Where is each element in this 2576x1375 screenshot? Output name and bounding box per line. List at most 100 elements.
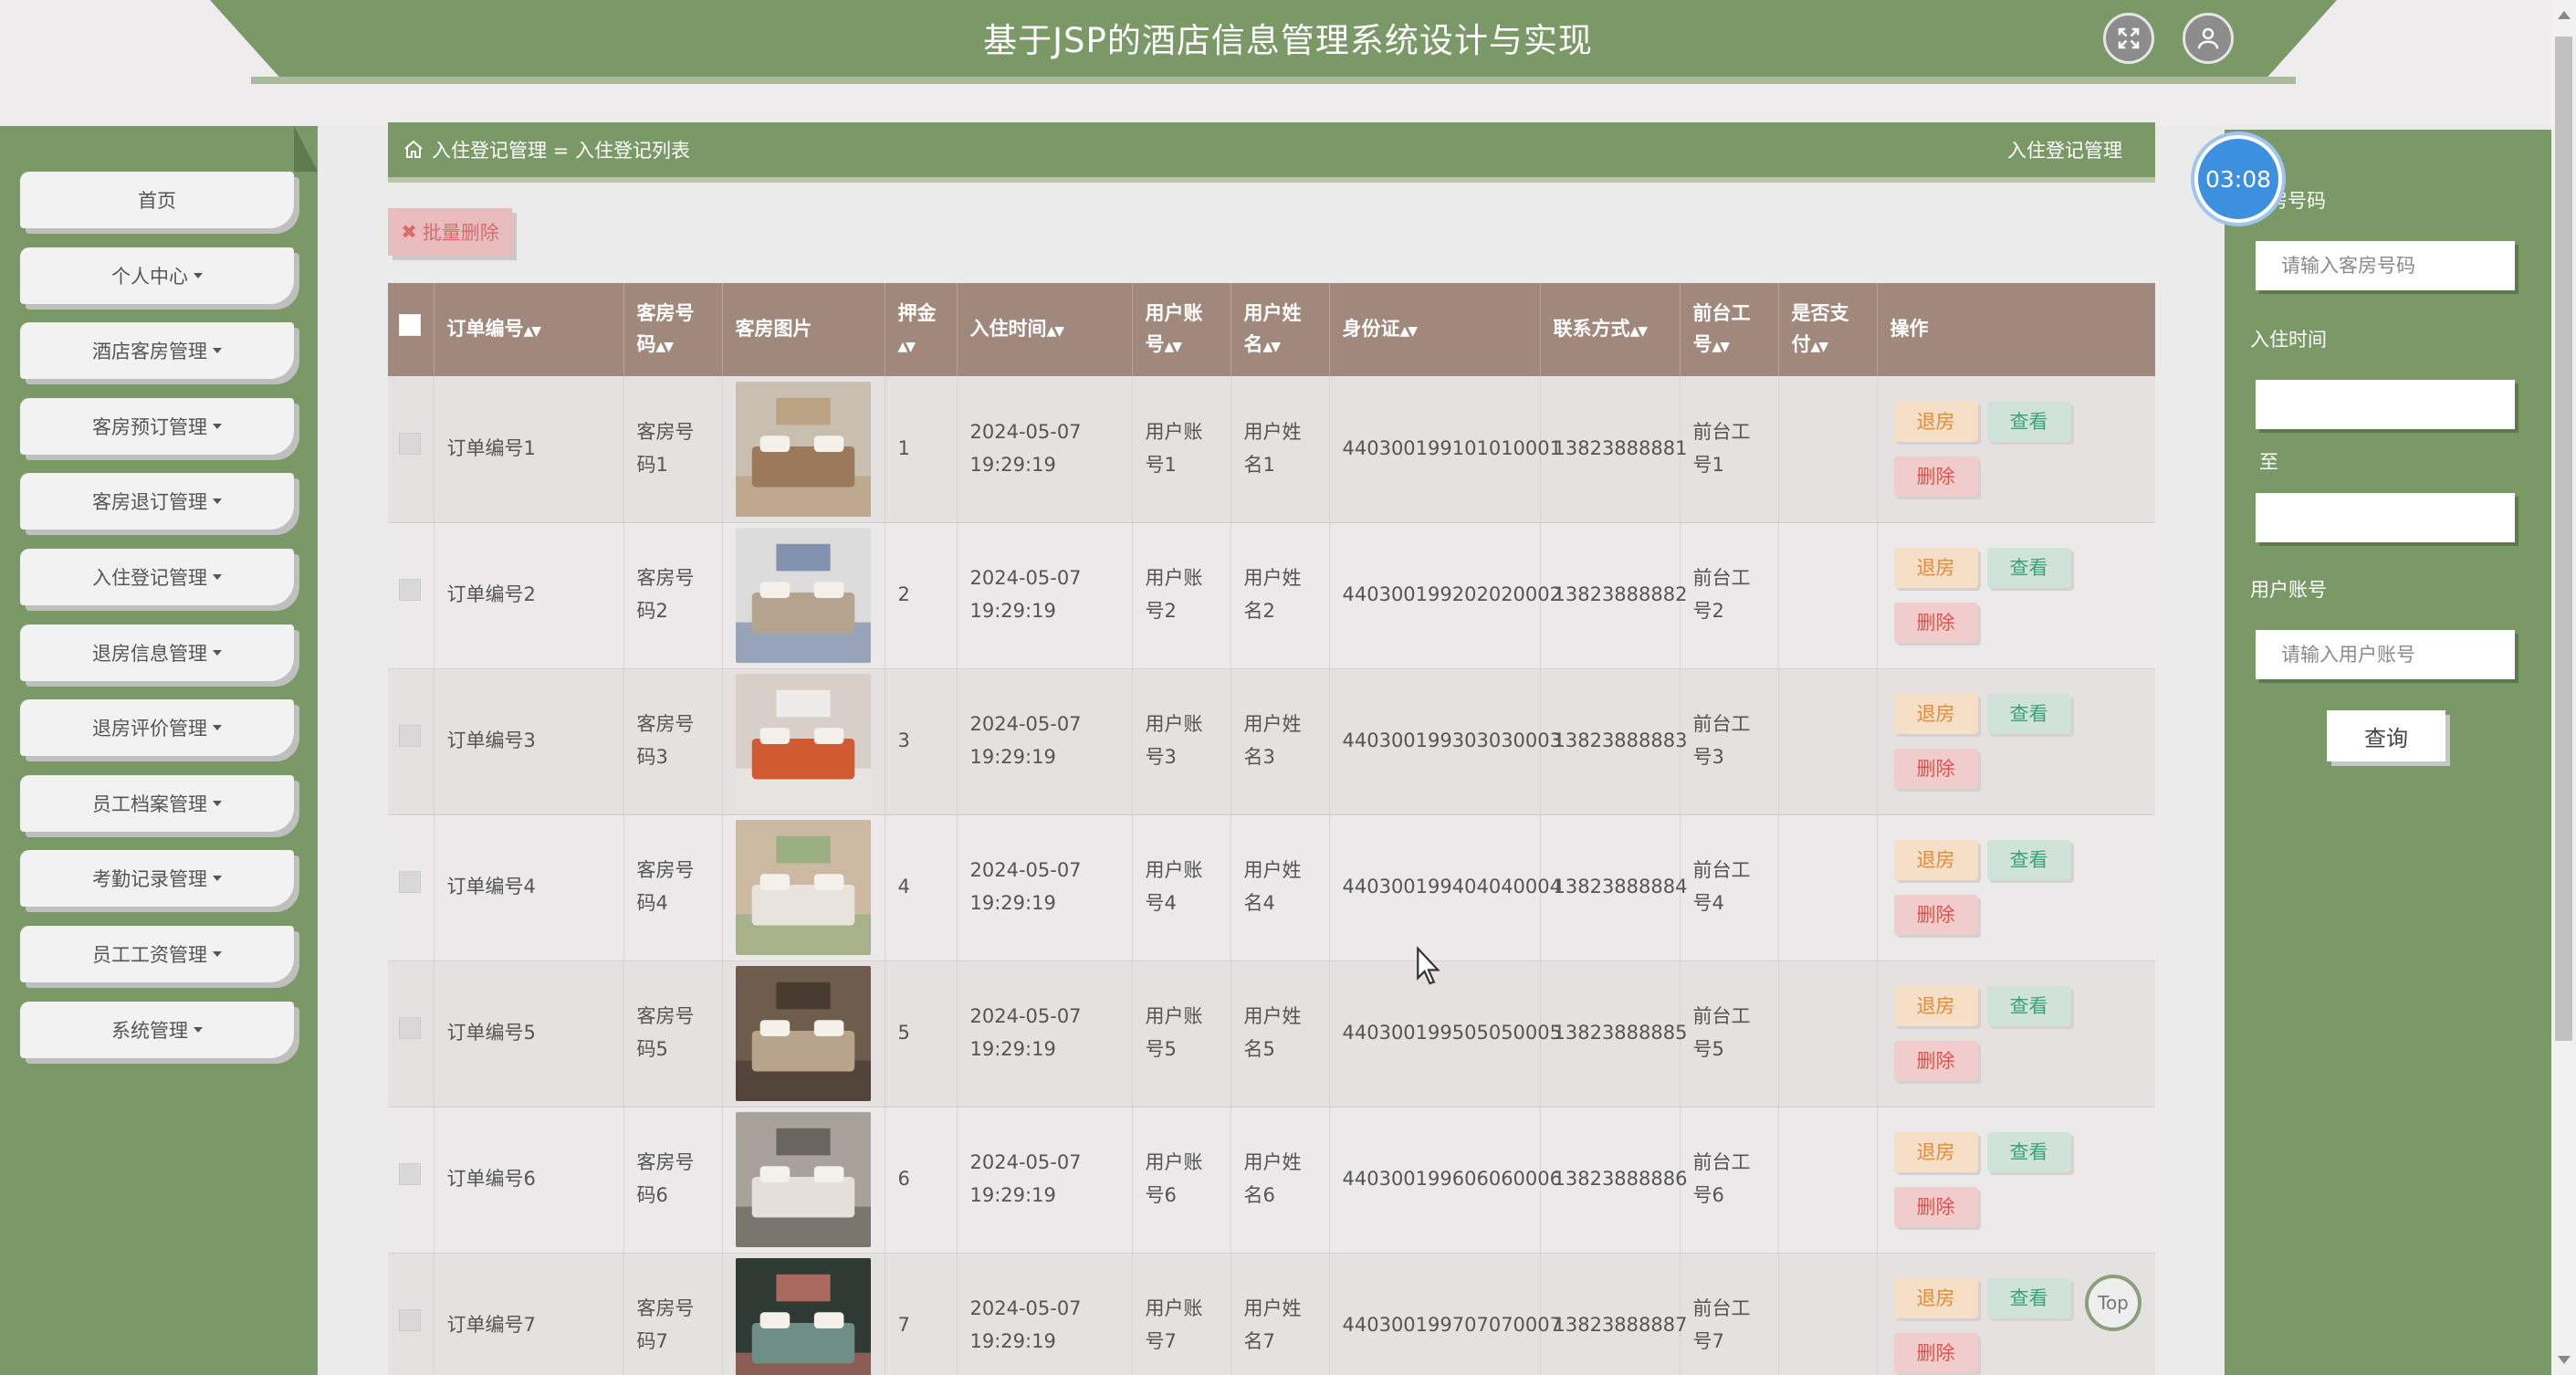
delete-button[interactable]: 删除 bbox=[1893, 603, 1978, 643]
cell-user-name: 用户姓名4 bbox=[1230, 814, 1330, 961]
row-checkbox[interactable] bbox=[399, 1017, 421, 1040]
sidebar-item-11[interactable]: 系统管理 bbox=[20, 1001, 294, 1058]
caret-down-icon bbox=[194, 1026, 203, 1033]
header-bar-shadow bbox=[251, 77, 2296, 84]
header-user-name[interactable]: 用户姓名▲▼ bbox=[1230, 283, 1330, 376]
home-icon[interactable] bbox=[403, 139, 424, 161]
cell-actions: 退房 查看 删除 bbox=[1877, 960, 2155, 1107]
checkout-button[interactable]: 退房 bbox=[1893, 1278, 1978, 1318]
checkout-button[interactable]: 退房 bbox=[1893, 694, 1978, 734]
cell-paid bbox=[1778, 960, 1878, 1107]
header-staff-no[interactable]: 前台工号▲▼ bbox=[1680, 283, 1779, 376]
room-image[interactable] bbox=[735, 1112, 872, 1247]
sidebar-item-2[interactable]: 酒店客房管理 bbox=[20, 322, 294, 380]
table-header-row: 订单编号▲▼ 客房号码▲▼ 客房图片 押金 ▲▼ 入住时间▲▼ 用户账号▲▼ 用户… bbox=[388, 283, 2155, 376]
cell-paid bbox=[1778, 1107, 1878, 1254]
sidebar-item-6[interactable]: 退房信息管理 bbox=[20, 624, 294, 681]
delete-button[interactable]: 删除 bbox=[1893, 895, 1978, 935]
checkout-button[interactable]: 退房 bbox=[1893, 401, 1978, 442]
sidebar-item-5[interactable]: 入住登记管理 bbox=[20, 549, 294, 605]
delete-button[interactable]: 删除 bbox=[1893, 1187, 1978, 1227]
sidebar-item-0[interactable]: 首页 bbox=[20, 172, 294, 228]
row-checkbox[interactable] bbox=[399, 1163, 421, 1186]
cell-user-account: 用户账号6 bbox=[1132, 1107, 1231, 1254]
view-button[interactable]: 查看 bbox=[1986, 1132, 2071, 1172]
row-checkbox[interactable] bbox=[399, 725, 421, 748]
row-checkbox[interactable] bbox=[399, 579, 421, 602]
view-button[interactable]: 查看 bbox=[1986, 548, 2071, 588]
header-id-card[interactable]: 身份证▲▼ bbox=[1329, 283, 1541, 376]
view-button[interactable]: 查看 bbox=[1986, 694, 2071, 734]
header-paid[interactable]: 是否支付▲▼ bbox=[1778, 283, 1878, 376]
header-room-no[interactable]: 客房号码▲▼ bbox=[623, 283, 723, 376]
sidebar-item-8[interactable]: 员工档案管理 bbox=[20, 774, 294, 832]
room-image[interactable] bbox=[735, 820, 872, 955]
sidebar-item-4[interactable]: 客房退订管理 bbox=[20, 473, 294, 530]
sidebar-item-label: 首页 bbox=[138, 190, 176, 212]
sidebar-item-9[interactable]: 考勤记录管理 bbox=[20, 850, 294, 908]
to-label: 至 bbox=[2259, 451, 2278, 473]
scroll-up-arrow-icon[interactable] bbox=[2558, 11, 2571, 19]
row-checkbox[interactable] bbox=[399, 1309, 421, 1332]
row-checkbox[interactable] bbox=[399, 871, 421, 894]
sidebar-item-10[interactable]: 员工工资管理 bbox=[20, 926, 294, 982]
delete-button[interactable]: 删除 bbox=[1893, 1041, 1978, 1081]
header-checkin-time[interactable]: 入住时间▲▼ bbox=[957, 283, 1133, 376]
checkout-button[interactable]: 退房 bbox=[1893, 548, 1978, 588]
checkout-button[interactable]: 退房 bbox=[1893, 1132, 1978, 1172]
view-button[interactable]: 查看 bbox=[1986, 986, 2071, 1026]
scroll-down-arrow-icon[interactable] bbox=[2558, 1356, 2571, 1364]
view-button[interactable]: 查看 bbox=[1986, 401, 2071, 442]
header-order-no[interactable]: 订单编号▲▼ bbox=[434, 283, 624, 376]
sidebar-item-1[interactable]: 个人中心 bbox=[20, 247, 294, 304]
select-all-checkbox[interactable] bbox=[399, 313, 421, 336]
delete-button[interactable]: 删除 bbox=[1893, 749, 1978, 789]
select-cell bbox=[388, 668, 435, 815]
header-deposit[interactable]: 押金 ▲▼ bbox=[885, 283, 958, 376]
view-button[interactable]: 查看 bbox=[1986, 1278, 2071, 1318]
header-user-account[interactable]: 用户账号▲▼ bbox=[1132, 283, 1231, 376]
batch-delete-button[interactable]: ✖ 批量删除 bbox=[388, 208, 512, 256]
view-button[interactable]: 查看 bbox=[1986, 840, 2071, 880]
checkin-end-input[interactable] bbox=[2256, 493, 2515, 542]
cell-room-img bbox=[722, 668, 885, 815]
sidebar-item-label: 个人中心 bbox=[111, 265, 188, 288]
table-row: 订单编号7 客房号码7 7 2024-05-07 19:29:19 用户账号7 用户姓名7… bbox=[388, 1253, 2155, 1375]
delete-button[interactable]: 删除 bbox=[1893, 456, 1978, 497]
sidebar-item-label: 系统管理 bbox=[111, 1019, 188, 1042]
sort-icon: ▲▼ bbox=[1046, 324, 1064, 340]
scroll-thumb[interactable] bbox=[2555, 37, 2572, 1041]
cell-actions: 退房 查看 删除 bbox=[1877, 522, 2155, 669]
room-image[interactable] bbox=[735, 1258, 872, 1375]
caret-down-icon bbox=[213, 876, 222, 882]
room-image[interactable] bbox=[735, 966, 872, 1101]
user-account-input[interactable] bbox=[2256, 630, 2515, 679]
checkout-button[interactable]: 退房 bbox=[1893, 986, 1978, 1026]
select-cell bbox=[388, 1107, 435, 1254]
cell-actions: 退房 查看 删除 bbox=[1877, 1107, 2155, 1254]
room-no-input[interactable] bbox=[2256, 241, 2515, 290]
caret-down-icon bbox=[213, 574, 222, 580]
checkin-start-input[interactable] bbox=[2256, 380, 2515, 429]
cell-room-no: 客房号码6 bbox=[623, 1107, 723, 1254]
room-image[interactable] bbox=[735, 674, 872, 809]
cell-user-account: 用户账号5 bbox=[1132, 960, 1231, 1107]
user-menu-button[interactable] bbox=[2183, 13, 2234, 64]
sidebar-item-3[interactable]: 客房预订管理 bbox=[20, 397, 294, 455]
row-checkbox[interactable] bbox=[399, 432, 421, 455]
room-image[interactable] bbox=[735, 528, 872, 663]
sidebar-item-7[interactable]: 退房评价管理 bbox=[20, 699, 294, 757]
cell-paid bbox=[1778, 668, 1878, 815]
checkout-button[interactable]: 退房 bbox=[1893, 840, 1978, 880]
room-image[interactable] bbox=[735, 381, 872, 517]
delete-button[interactable]: 删除 bbox=[1893, 1333, 1978, 1373]
cell-user-name: 用户姓名7 bbox=[1230, 1253, 1330, 1375]
sort-icon: ▲▼ bbox=[1262, 340, 1281, 354]
page-scrollbar[interactable] bbox=[2551, 0, 2576, 1375]
fullscreen-button[interactable] bbox=[2103, 13, 2154, 64]
cell-staff-no: 前台工号2 bbox=[1680, 522, 1779, 669]
caret-down-icon bbox=[213, 649, 222, 656]
back-to-top-button[interactable]: Top bbox=[2085, 1275, 2141, 1331]
search-button[interactable]: 查询 bbox=[2327, 710, 2445, 761]
header-phone[interactable]: 联系方式▲▼ bbox=[1540, 283, 1681, 376]
